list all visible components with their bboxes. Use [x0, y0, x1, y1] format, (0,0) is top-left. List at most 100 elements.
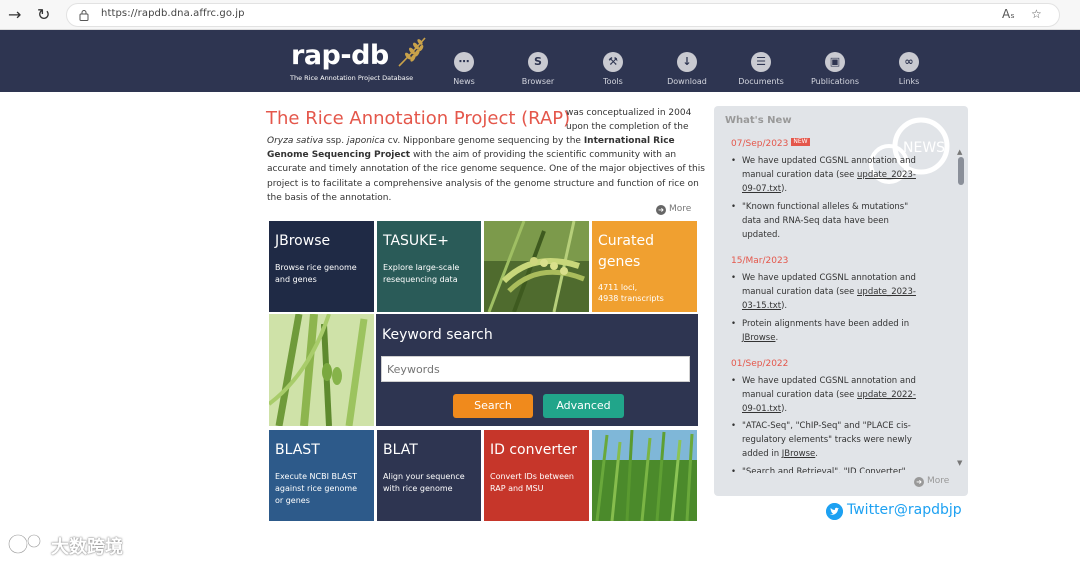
nav-publications[interactable]: ▣ Publications: [800, 30, 870, 92]
tools-icon: ⚒: [603, 52, 623, 72]
update-file-link[interactable]: update_2022-: [857, 390, 916, 400]
news-text-line: 03-15.txt).: [742, 299, 916, 313]
intro-bold: Genome Sequencing Project: [267, 150, 411, 160]
nav-links[interactable]: ∞ Links: [874, 30, 944, 92]
news-text-line: Protein alignments have been added in: [742, 319, 910, 329]
news-item: • "ATAC-Seq", "ChIP-Seq" and "PLACE cis-…: [731, 419, 941, 461]
news-date: 07/Sep/2023 NEW: [731, 138, 810, 149]
jbrowse-link[interactable]: JBrowse: [782, 449, 815, 459]
update-file-link[interactable]: 03-15.txt: [742, 301, 781, 311]
read-aloud-icon[interactable]: Aₛ: [1002, 7, 1015, 21]
nav-label: Publications: [810, 77, 860, 86]
twitter-bird-icon: [826, 503, 843, 520]
news-text-line: manual curation data (see update_2023-: [742, 285, 916, 299]
chat-icon: ⋯: [454, 52, 474, 72]
news-text-line: We have updated CGSNL annotation and: [742, 156, 916, 166]
news-text-line: added in JBrowse.: [742, 447, 912, 461]
site-header: rap-db The Rice Annotation Project Datab…: [0, 30, 1080, 92]
news-item-text: "Search and Retrieval", "ID Converter": [742, 465, 906, 473]
tile-id-converter[interactable]: ID converter Convert IDs between RAP and…: [484, 430, 589, 521]
news-text-line: We have updated CGSNL annotation and: [742, 376, 916, 386]
nav-news[interactable]: ⋯ News: [429, 30, 499, 92]
news-item-text: We have updated CGSNL annotation and man…: [742, 271, 916, 313]
nav-download[interactable]: ↓ Download: [652, 30, 722, 92]
lock-icon: [79, 10, 89, 21]
scroll-up-icon[interactable]: ▲: [957, 148, 962, 156]
tile-curated-genes[interactable]: Curated genes 4711 loci, 4938 transcript…: [592, 221, 697, 312]
news-text-line: "ATAC-Seq", "ChIP-Seq" and "PLACE cis-: [742, 421, 911, 431]
logo-subtitle: The Rice Annotation Project Database: [290, 74, 414, 82]
intro-more-link[interactable]: ➜ More: [656, 204, 691, 215]
bullet: •: [731, 319, 737, 329]
nav-label: News: [453, 77, 475, 86]
news-text: .: [815, 449, 818, 459]
bullet: •: [731, 421, 737, 431]
news-text-line: "Search and Retrieval", "ID Converter": [742, 467, 906, 473]
rice-plant-photo: [269, 314, 374, 426]
news-text-line: 09-07.txt).: [742, 182, 916, 196]
tile-blat[interactable]: BLAT Align your sequence with rice genom…: [377, 430, 481, 521]
corner-watermark: 大数跨境: [7, 531, 123, 558]
favorite-star-icon[interactable]: ☆: [1031, 7, 1042, 21]
news-text-line: manual curation data (see update_2022-: [742, 388, 916, 402]
search-button[interactable]: Search: [453, 394, 533, 418]
forward-icon[interactable]: →: [8, 7, 21, 23]
publications-icon: ▣: [825, 52, 845, 72]
update-file-link[interactable]: update_2023-: [857, 170, 916, 180]
news-scrollbar[interactable]: ▲ ▼: [957, 148, 965, 471]
address-bar[interactable]: https://rapdb.dna.affrc.go.jp Aₛ ☆: [66, 3, 1060, 27]
nav-label: Links: [898, 77, 920, 86]
tile-title: TASUKE+: [383, 233, 449, 249]
news-more-link[interactable]: ➜ More: [914, 476, 949, 487]
news-item-text: We have updated CGSNL annotation and man…: [742, 374, 916, 416]
tile-desc: Execute NCBI BLAST: [275, 472, 358, 481]
news-text: .: [775, 333, 779, 343]
news-text: ).: [781, 301, 788, 311]
new-badge: NEW: [791, 138, 810, 146]
url-text: https://rapdb.dna.affrc.go.jp: [101, 8, 245, 19]
whats-new-panel: NEWS What's New 07/Sep/2023 NEW • We have…: [714, 106, 968, 496]
keyword-input[interactable]: [381, 356, 690, 382]
news-item-text: Protein alignments have been added in JB…: [742, 317, 909, 345]
news-text: manual curation data (see: [742, 170, 858, 180]
more-label: More: [669, 204, 692, 214]
news-text: added in: [742, 449, 782, 459]
scroll-down-icon[interactable]: ▼: [957, 459, 962, 467]
news-text-line: 09-01.txt).: [742, 402, 916, 416]
news-item-text: We have updated CGSNL annotation and man…: [742, 154, 916, 196]
nav-browser[interactable]: S Browser: [503, 30, 573, 92]
news-text-line: We have updated CGSNL annotation and: [742, 273, 916, 283]
news-date: 01/Sep/2022: [731, 359, 789, 369]
refresh-icon[interactable]: ↻: [37, 7, 50, 23]
nav-tools[interactable]: ⚒ Tools: [578, 30, 648, 92]
intro-line-7: the basis of the annotation.: [267, 193, 392, 203]
advanced-search-button[interactable]: Advanced: [543, 394, 624, 418]
news-date: 15/Mar/2023: [731, 256, 789, 266]
scroll-thumb[interactable]: [958, 157, 964, 185]
update-file-link[interactable]: 09-07.txt: [742, 184, 781, 194]
species-name: Oryza sativa: [267, 136, 324, 146]
update-file-link[interactable]: update_2023-: [857, 287, 916, 297]
tile-title: genes: [598, 254, 641, 270]
tile-tasuke[interactable]: TASUKE+ Explore large-scale resequencing…: [377, 221, 481, 312]
news-item: • Protein alignments have been added in …: [731, 317, 941, 345]
update-file-link[interactable]: 09-01.txt: [742, 404, 781, 414]
tile-title: Curated: [598, 233, 654, 249]
nav-label: Download: [667, 77, 707, 86]
tile-desc: Align your sequence: [383, 472, 465, 481]
site-logo[interactable]: rap-db The Rice Annotation Project Datab…: [289, 36, 429, 86]
nav-label: Tools: [603, 77, 623, 86]
intro-line-5: accurate and timely annotation of the ri…: [267, 164, 705, 174]
tile-jbrowse[interactable]: JBrowse Browse rice genome and genes: [269, 221, 374, 312]
news-text-line: data and RNA-Seq data have been: [742, 216, 889, 226]
rice-field-photo: [592, 430, 697, 521]
news-item-clipped: • "Search and Retrieval", "ID Converter": [731, 465, 941, 473]
tile-blast[interactable]: BLAST Execute NCBI BLAST against rice ge…: [269, 430, 374, 521]
news-item: • "Known functional alleles & mutations"…: [731, 200, 941, 242]
nav-documents[interactable]: ☰ Documents: [726, 30, 796, 92]
jbrowse-link[interactable]: JBrowse: [742, 333, 775, 343]
intro-text: cv. Nipponbare genome sequencing by the: [384, 136, 584, 146]
tile-title: BLAT: [383, 442, 418, 458]
links-icon: ∞: [899, 52, 919, 72]
nav-label: Documents: [738, 77, 784, 86]
